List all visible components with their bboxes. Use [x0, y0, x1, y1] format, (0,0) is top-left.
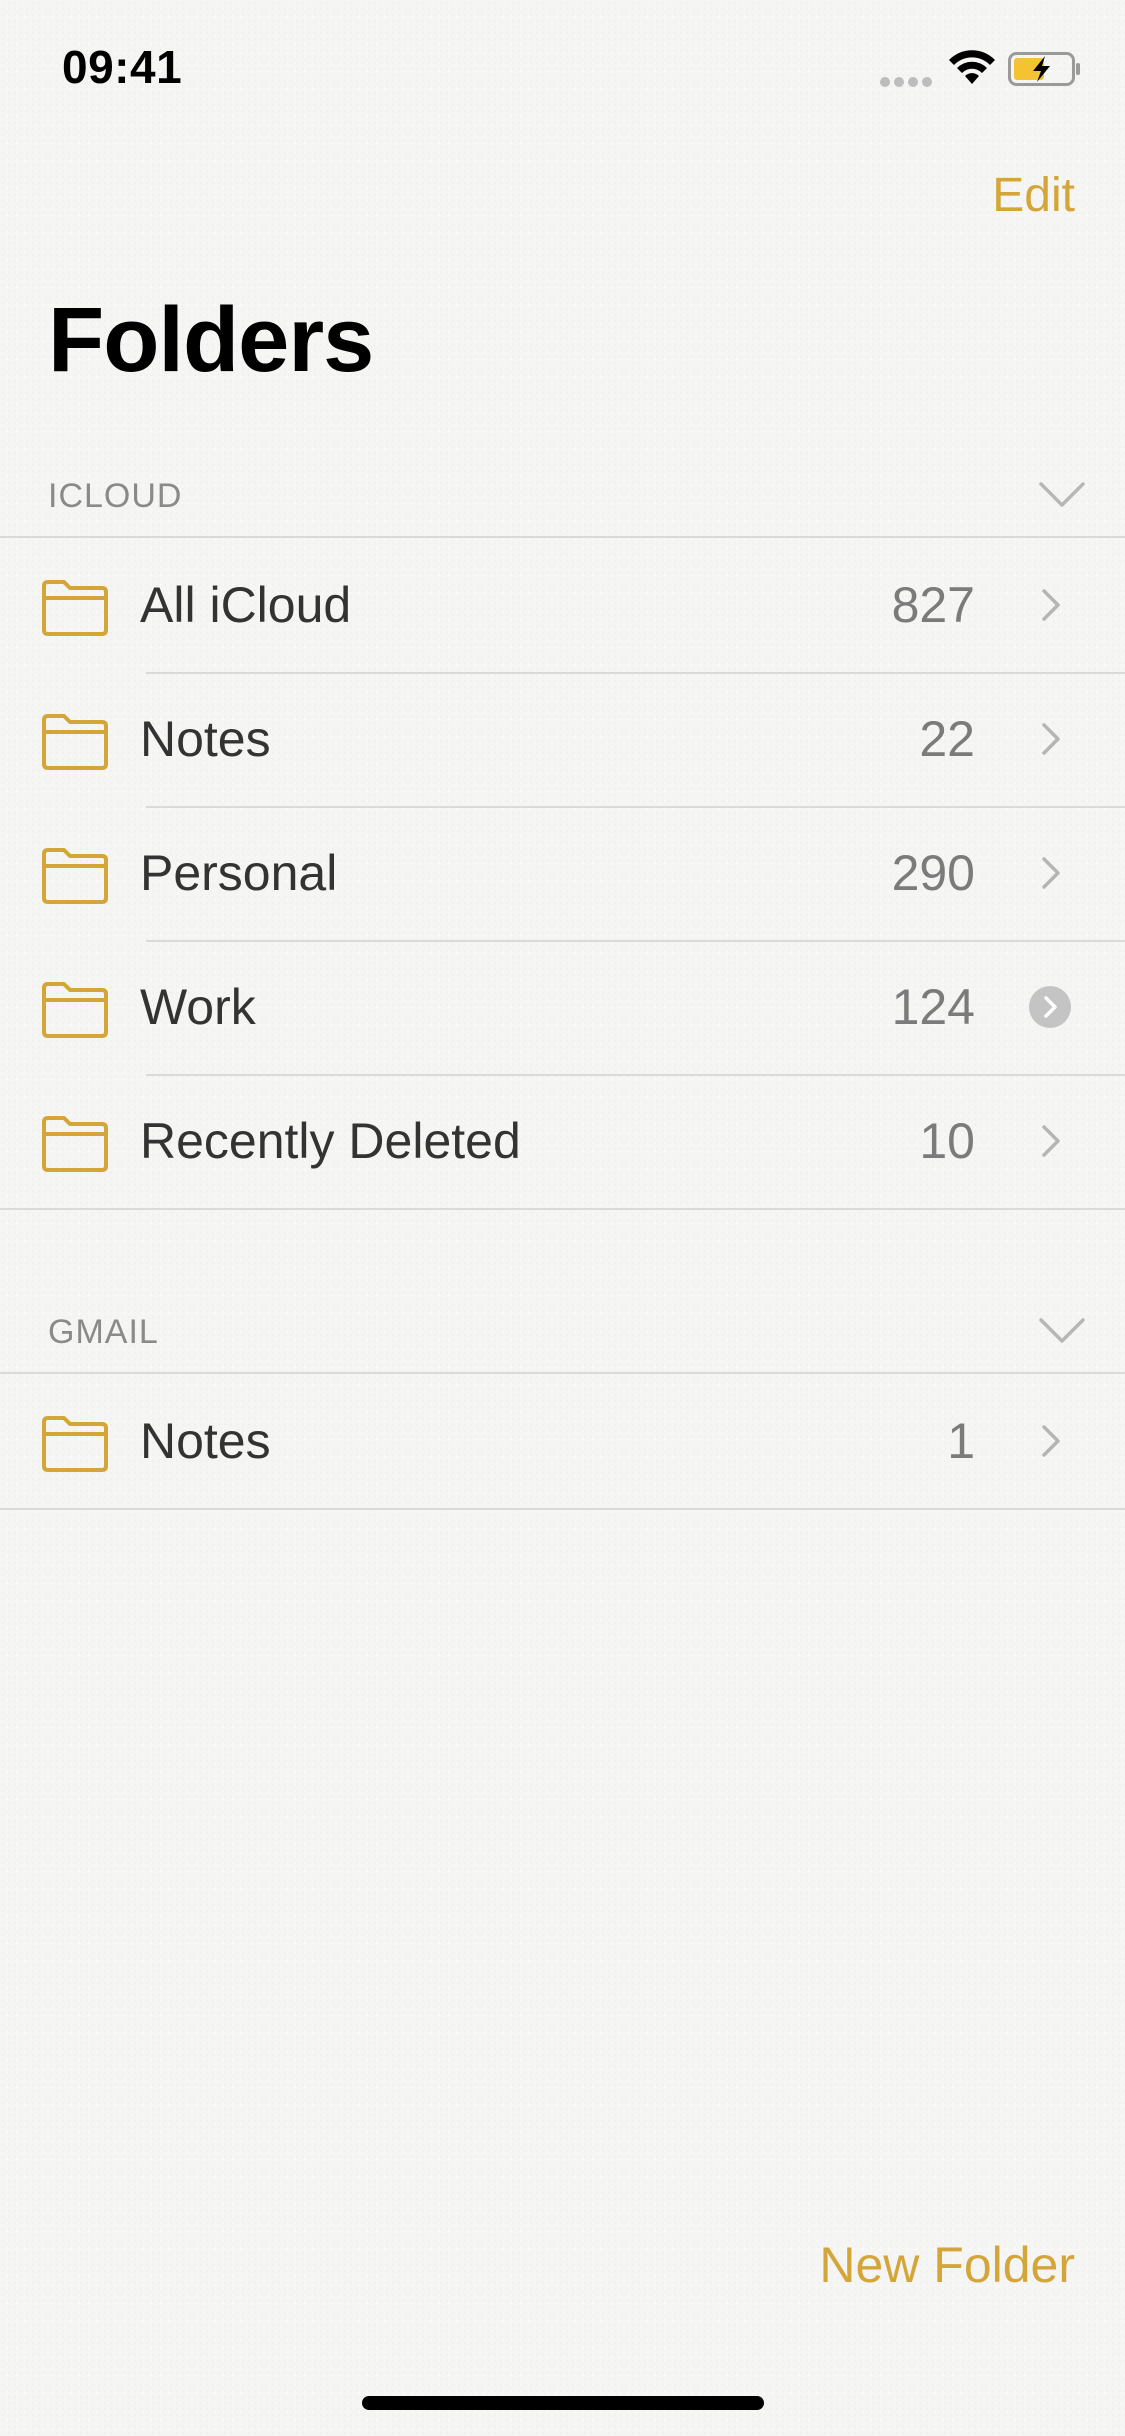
folder-name: Work	[140, 979, 256, 1035]
folder-count: 10	[919, 1113, 975, 1169]
folder-icon	[42, 580, 108, 636]
folder-icon	[42, 714, 108, 770]
page-title: Folders	[48, 289, 374, 391]
battery-charging-icon	[1008, 52, 1080, 86]
chevron-right-icon	[1042, 1125, 1060, 1157]
home-indicator[interactable]	[362, 2396, 764, 2410]
status-bar: 09:41	[0, 0, 1125, 132]
folder-icon	[42, 1416, 108, 1472]
section-header-icloud: ICLOUD	[0, 446, 1125, 536]
chevron-right-icon	[1042, 857, 1060, 889]
cellular-signal-icon	[880, 74, 936, 87]
new-folder-button[interactable]: New Folder	[819, 2236, 1075, 2294]
folder-name: All iCloud	[140, 577, 352, 633]
chevron-down-icon[interactable]	[1039, 482, 1085, 508]
chevron-right-icon	[1042, 589, 1060, 621]
wifi-icon	[949, 50, 995, 84]
chevron-right-icon	[1042, 1425, 1060, 1457]
edit-button[interactable]: Edit	[992, 168, 1075, 223]
gmail-folder-list: Notes 1	[0, 1372, 1125, 1510]
folder-row-personal[interactable]: Personal 290	[0, 806, 1125, 940]
chevron-right-icon	[1042, 723, 1060, 755]
folder-row-recently-deleted[interactable]: Recently Deleted 10	[0, 1074, 1125, 1208]
folder-count: 124	[891, 979, 975, 1035]
folder-name: Notes	[140, 711, 271, 767]
folder-count: 290	[891, 845, 975, 901]
status-time: 09:41	[62, 41, 183, 93]
chevron-circle-icon[interactable]	[1029, 986, 1071, 1028]
section-header-gmail: GMAIL	[0, 1282, 1125, 1372]
folder-name: Recently Deleted	[140, 1113, 521, 1169]
folder-count: 22	[919, 711, 975, 767]
section-label: ICLOUD	[48, 477, 183, 515]
folder-icon	[42, 848, 108, 904]
folder-icon	[42, 1116, 108, 1172]
folder-row-gmail-notes[interactable]: Notes 1	[0, 1374, 1125, 1508]
chevron-down-icon[interactable]	[1039, 1318, 1085, 1344]
icloud-folder-list: All iCloud 827 Notes 22 Personal 290 Wor…	[0, 536, 1125, 1210]
folder-row-work[interactable]: Work 124	[0, 940, 1125, 1074]
folder-count: 827	[891, 577, 975, 633]
folder-icon	[42, 982, 108, 1038]
section-label: GMAIL	[48, 1313, 159, 1351]
folder-row-all-icloud[interactable]: All iCloud 827	[0, 538, 1125, 672]
folder-count: 1	[947, 1413, 975, 1469]
folder-name: Personal	[140, 845, 338, 901]
folder-name: Notes	[140, 1413, 271, 1469]
folder-row-notes[interactable]: Notes 22	[0, 672, 1125, 806]
